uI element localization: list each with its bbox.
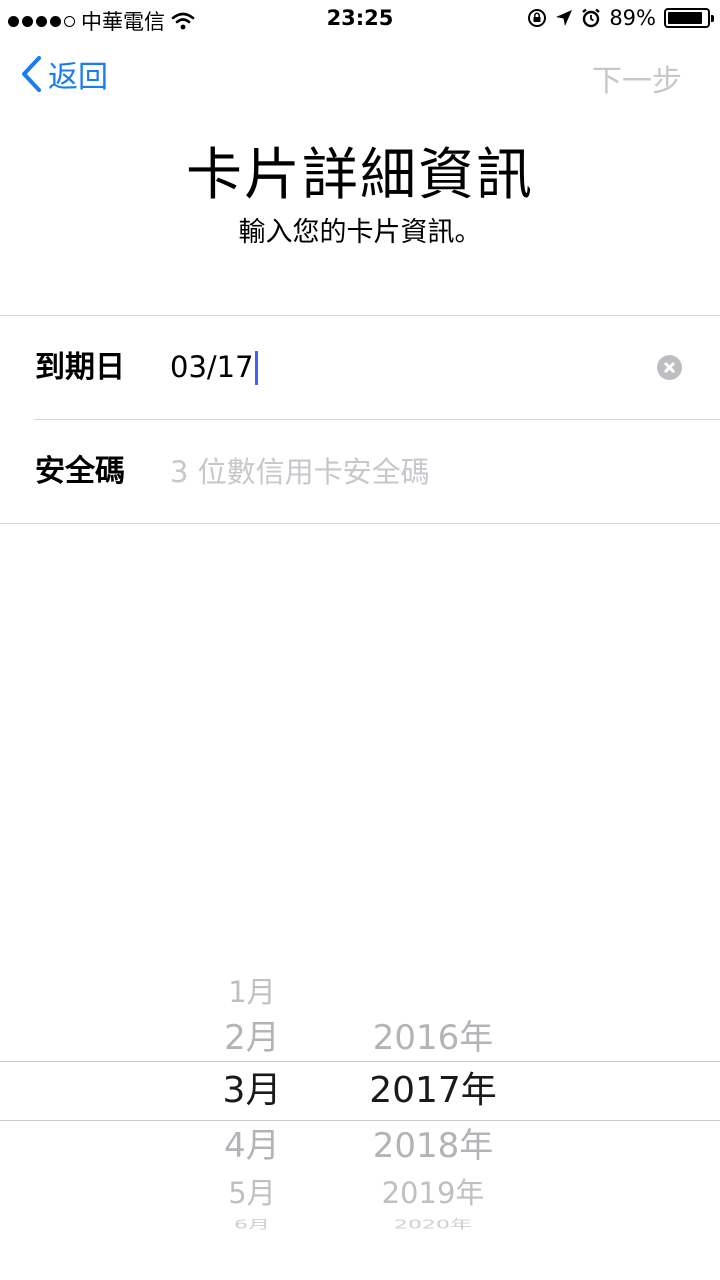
chevron-left-icon	[22, 56, 41, 92]
picker-month-item[interactable]: 5月	[228, 1178, 275, 1208]
back-label: 返回	[48, 60, 108, 95]
text-caret	[254, 350, 258, 385]
security-code-input[interactable]	[170, 420, 670, 523]
alarm-icon	[582, 8, 601, 28]
clear-icon[interactable]	[657, 355, 682, 380]
picker-month-item[interactable]: 2月	[224, 1021, 280, 1055]
expiry-field[interactable]: 03/17	[170, 316, 258, 419]
expiry-row[interactable]: 到期日 03/17	[0, 316, 720, 419]
picker-year-item[interactable]: 2018年	[373, 1129, 494, 1163]
picker-month-item[interactable]: 4月	[224, 1129, 280, 1163]
location-arrow-icon	[556, 10, 573, 26]
battery-percent: 89%	[609, 6, 656, 30]
picker-month-item[interactable]: 3月	[223, 1073, 282, 1109]
picker-month-item[interactable]: 6月	[234, 1219, 270, 1231]
security-row[interactable]: 安全碼	[0, 420, 720, 523]
rotation-lock-icon	[528, 9, 547, 27]
picker-year-item[interactable]: 2017年	[369, 1073, 497, 1109]
security-label: 安全碼	[35, 454, 125, 489]
picker-year-item[interactable]: 2016年	[373, 1021, 494, 1055]
page-subtitle: 輸入您的卡片資訊。	[238, 217, 482, 248]
expiry-label: 到期日	[35, 350, 125, 385]
picker-selection-band	[0, 1061, 720, 1121]
back-button[interactable]: 返回	[20, 52, 108, 96]
card-details-form: 到期日 03/17 安全碼	[0, 315, 720, 524]
status-right: 89%	[527, 6, 714, 30]
status-bar: 中華電信 23:25 89%	[0, 0, 720, 38]
battery-fill	[668, 12, 702, 24]
picker-year-item[interactable]: 2019年	[382, 1178, 485, 1208]
battery-icon	[664, 8, 714, 28]
expiry-date-picker[interactable]: 1月 2月 3月 4月 5月 6月 2016年 2017年 2018年 2019…	[0, 950, 720, 1280]
page-title: 卡片詳細資訊	[186, 143, 534, 208]
next-button[interactable]: 下一步	[592, 56, 682, 100]
separator	[0, 523, 720, 524]
picker-month-item[interactable]: 1月	[228, 977, 275, 1007]
picker-year-item[interactable]: 2020年	[394, 1219, 472, 1231]
expiry-value: 03/17	[170, 350, 254, 384]
